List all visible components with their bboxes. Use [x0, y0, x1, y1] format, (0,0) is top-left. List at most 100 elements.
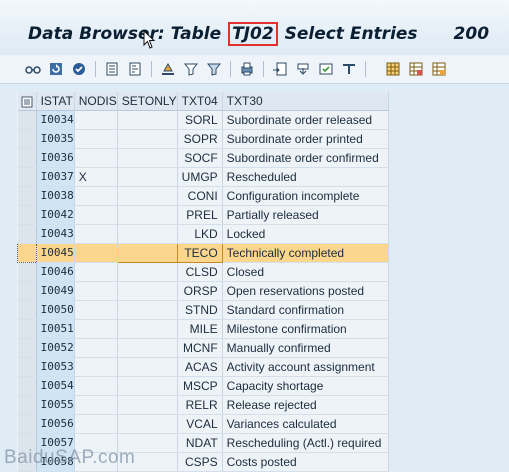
cell-txt30[interactable]: Manually confirmed — [222, 338, 389, 358]
cell-txt30[interactable]: Open reservations posted — [222, 281, 389, 301]
cell-nodis[interactable] — [74, 300, 118, 320]
row-selector[interactable] — [17, 357, 37, 377]
table-row[interactable]: I0043 LKD Locked — [17, 224, 389, 244]
cell-setonly[interactable] — [117, 281, 178, 301]
table-row[interactable]: I0035 SOPR Subordinate order printed — [17, 129, 389, 149]
cell-nodis[interactable] — [74, 338, 118, 358]
refresh-icon[interactable] — [46, 59, 65, 78]
cell-txt30[interactable]: Subordinate order released — [222, 110, 389, 130]
cell-txt04[interactable]: ORSP — [177, 281, 223, 301]
cell-txt30[interactable]: Locked — [222, 224, 389, 244]
print-icon[interactable] — [237, 59, 256, 78]
cell-txt04[interactable]: VCAL — [177, 414, 223, 434]
cell-nodis[interactable] — [74, 414, 118, 434]
cell-istat[interactable]: I0035 — [36, 129, 75, 149]
cell-txt04[interactable]: RELR — [177, 395, 223, 415]
cell-txt30[interactable]: Costs posted — [222, 452, 389, 472]
cell-nodis[interactable] — [74, 376, 118, 396]
cell-istat[interactable]: I0056 — [36, 414, 75, 434]
cell-txt04[interactable]: MSCP — [177, 376, 223, 396]
cell-txt04[interactable]: NDAT — [177, 433, 223, 453]
table-row[interactable]: I0056 VCAL Variances calculated — [17, 414, 389, 434]
cell-setonly[interactable] — [117, 319, 178, 339]
cell-nodis[interactable] — [74, 224, 118, 244]
cell-setonly[interactable] — [117, 205, 178, 225]
row-selector[interactable] — [17, 414, 37, 434]
cell-istat[interactable]: I0042 — [36, 205, 75, 225]
cell-txt30[interactable]: Milestone confirmation — [222, 319, 389, 339]
table-row[interactable]: I0052 MCNF Manually confirmed — [17, 338, 389, 358]
table-row[interactable]: I0053 ACAS Activity account assignment — [17, 357, 389, 377]
cell-setonly[interactable] — [116, 243, 178, 263]
choose-icon[interactable] — [316, 59, 335, 78]
cell-txt04[interactable]: CSPS — [177, 452, 223, 472]
cell-nodis[interactable] — [74, 262, 118, 282]
cell-txt04[interactable]: LKD — [177, 224, 223, 244]
cell-nodis[interactable] — [74, 243, 118, 263]
table-row[interactable]: I0036 SOCF Subordinate order confirmed — [17, 148, 389, 168]
cell-txt30[interactable]: Rescheduling (Actl.) required — [222, 433, 389, 453]
cell-txt30[interactable]: Standard confirmation — [222, 300, 389, 320]
cell-txt30[interactable]: Activity account assignment — [222, 357, 389, 377]
row-selector[interactable] — [17, 205, 37, 225]
row-selector[interactable] — [17, 338, 37, 358]
cell-setonly[interactable] — [117, 224, 178, 244]
cell-setonly[interactable] — [117, 148, 178, 168]
details-icon[interactable] — [102, 59, 121, 78]
row-selector[interactable] — [17, 110, 37, 130]
layout-manage-icon[interactable] — [429, 59, 448, 78]
cell-setonly[interactable] — [117, 414, 178, 434]
check-table-icon[interactable] — [69, 59, 88, 78]
table-row[interactable]: I0049 ORSP Open reservations posted — [17, 281, 389, 301]
table-row[interactable]: I0037 X UMGP Rescheduled — [17, 167, 389, 187]
select-all-button[interactable] — [17, 92, 37, 111]
cell-txt04[interactable]: SOCF — [177, 148, 223, 168]
cell-istat[interactable]: I0034 — [36, 110, 75, 130]
table-row[interactable]: I0050 STND Standard confirmation — [17, 300, 389, 320]
cell-istat[interactable]: I0055 — [36, 395, 75, 415]
cell-txt04[interactable]: SORL — [177, 110, 223, 130]
cell-istat[interactable]: I0043 — [36, 224, 75, 244]
cell-setonly[interactable] — [117, 300, 178, 320]
cell-txt04[interactable]: MCNF — [177, 338, 223, 358]
cell-txt04[interactable]: ACAS — [177, 357, 223, 377]
cell-setonly[interactable] — [117, 186, 178, 206]
row-selector[interactable] — [17, 319, 37, 339]
cell-nodis[interactable] — [74, 395, 118, 415]
row-selector[interactable] — [17, 243, 37, 263]
cell-setonly[interactable] — [117, 395, 178, 415]
cell-txt04[interactable]: TECO — [176, 243, 223, 263]
cell-istat[interactable]: I0052 — [36, 338, 75, 358]
cell-nodis[interactable] — [74, 186, 118, 206]
cell-setonly[interactable] — [117, 338, 178, 358]
cell-txt04[interactable]: CLSD — [177, 262, 223, 282]
cell-setonly[interactable] — [117, 110, 178, 130]
cell-istat[interactable]: I0037 — [36, 167, 75, 187]
cell-istat[interactable]: I0045 — [36, 243, 75, 263]
table-row[interactable]: I0042 PREL Partially released — [17, 205, 389, 225]
cell-txt30[interactable]: Subordinate order printed — [222, 129, 389, 149]
table-row[interactable]: I0054 MSCP Capacity shortage — [17, 376, 389, 396]
cell-txt04[interactable]: STND — [177, 300, 223, 320]
cell-nodis[interactable] — [74, 110, 118, 130]
cell-istat[interactable]: I0051 — [36, 319, 75, 339]
column-header-setonly[interactable]: SETONLY — [117, 92, 178, 111]
cell-txt30[interactable]: Subordinate order confirmed — [222, 148, 389, 168]
cell-istat[interactable]: I0050 — [36, 300, 75, 320]
cell-nodis[interactable]: X — [74, 167, 118, 187]
cell-setonly[interactable] — [117, 167, 178, 187]
cell-setonly[interactable] — [117, 262, 178, 282]
column-header-txt30[interactable]: TXT30 — [222, 92, 389, 111]
glasses-icon[interactable] — [23, 59, 42, 78]
row-selector[interactable] — [17, 167, 37, 187]
cell-txt30[interactable]: Partially released — [222, 205, 389, 225]
cell-istat[interactable]: I0049 — [36, 281, 75, 301]
cell-setonly[interactable] — [117, 357, 178, 377]
cell-txt04[interactable]: CONI — [177, 186, 223, 206]
cell-txt30[interactable]: Rescheduled — [222, 167, 389, 187]
row-selector[interactable] — [17, 395, 37, 415]
cell-txt30[interactable]: Technically completed — [222, 243, 389, 263]
find-icon[interactable] — [204, 59, 223, 78]
cell-txt30[interactable]: Release rejected — [222, 395, 389, 415]
column-header-istat[interactable]: ISTAT — [36, 92, 75, 111]
